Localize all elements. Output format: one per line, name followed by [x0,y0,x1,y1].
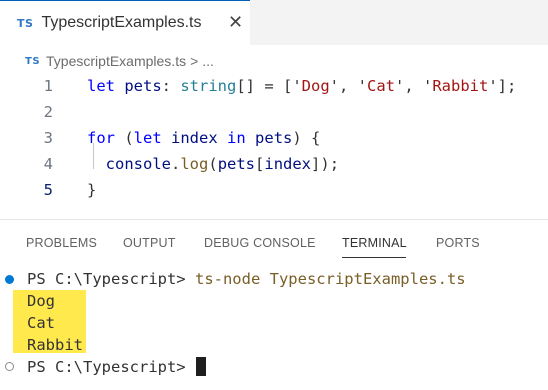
code-token: . [171,155,181,173]
panel-tab-bar: PROBLEMS OUTPUT DEBUG CONSOLE TERMINAL P… [0,232,548,258]
line-number: 4 [43,155,53,173]
terminal-output-line: Rabbit [27,336,83,354]
active-tab-indicator [342,257,406,258]
tab-output[interactable]: OUTPUT [123,236,176,250]
code-token: ( [208,155,218,173]
terminal-command-line: PS C:\Typescript> ts-node TypescriptExam… [27,268,466,290]
terminal-prompt: PS C:\Typescript> [27,270,195,288]
command-pending-icon[interactable] [5,362,14,371]
tab-debug-console[interactable]: DEBUG CONSOLE [204,236,316,250]
code-token: ( [115,129,134,147]
code-token: in [227,129,246,147]
code-token: log [180,155,209,173]
code-token: let [87,77,115,95]
tab-typescript-examples[interactable]: TS TypescriptExamples.ts ✕ [0,0,250,45]
breadcrumb-file[interactable]: TypescriptExamples.ts [46,53,186,69]
typescript-file-icon: TS [25,55,41,67]
code-token: [ [255,155,265,173]
code-token: Cat [367,77,395,95]
code-line[interactable]: 2 [0,99,548,125]
line-number: 5 [43,181,53,199]
terminal-output-line: Dog [27,292,55,310]
terminal-output-line: Cat [27,314,55,332]
code-token: ']; [488,77,517,95]
terminal-prompt-line: PS C:\Typescript> [27,356,206,378]
panel-divider [0,219,548,220]
tab-problems[interactable]: PROBLEMS [26,236,97,250]
code-token: string [180,77,237,95]
command-success-icon[interactable] [5,275,14,284]
code-token: pets [124,77,162,95]
code-text: let pets: string[] = ['Dog', 'Cat', 'Rab… [87,73,516,99]
code-token: Rabbit [432,77,489,95]
code-token: [] = [' [236,77,302,95]
indent-guide [93,143,94,169]
typescript-file-icon: TS [17,16,34,30]
code-token: ]); [311,155,340,173]
line-number: 2 [43,103,53,121]
code-token: : [161,77,181,95]
code-token: } [87,181,97,199]
line-number: 3 [43,129,53,147]
tab-title: TypescriptExamples.ts [41,14,202,31]
code-token: Dog [301,77,330,95]
tab-terminal[interactable]: TERMINAL [342,236,407,250]
code-text: } [87,177,96,203]
code-token: index [264,155,312,173]
code-editor[interactable]: 1 let pets: string[] = ['Dog', 'Cat', 'Ra… [0,73,548,203]
code-line[interactable]: 5} [0,177,548,203]
code-token: console [105,155,171,173]
code-line[interactable]: 1 let pets: string[] = ['Dog', 'Cat', 'Ra… [0,73,548,99]
code-token: for [87,129,115,147]
breadcrumb: TS TypescriptExamples.ts > ... [0,51,548,71]
editor-tab-bar: TS TypescriptExamples.ts ✕ [0,0,548,45]
close-icon[interactable]: ✕ [228,13,243,31]
breadcrumb-more[interactable]: ... [202,53,214,69]
line-number: 1 [43,77,53,95]
code-text: for (let index in pets) { [87,125,320,151]
chevron-right-icon: > [190,53,199,69]
code-line[interactable]: 3 for (let index in pets) { [0,125,548,151]
code-text: console.log(pets[index]); [87,151,339,177]
code-token: let [133,129,162,147]
terminal-command: ts-node TypescriptExamples.ts [194,270,466,288]
code-token: pets [217,155,256,173]
terminal-prompt: PS C:\Typescript> [27,358,195,376]
code-line[interactable]: 4 console.log(pets[index]); [0,151,548,177]
terminal-cursor [195,357,206,376]
tab-ports[interactable]: PORTS [436,236,480,250]
code-token: index [171,129,218,147]
code-token: ', ' [395,77,433,95]
code-token: ', ' [329,77,367,95]
code-token: pets [255,129,293,147]
terminal[interactable]: PS C:\Typescript> ts-node TypescriptExam… [0,268,548,390]
code-token: ) { [292,129,321,147]
